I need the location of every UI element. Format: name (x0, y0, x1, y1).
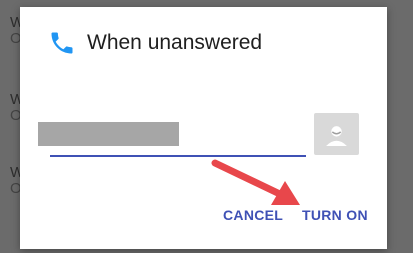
contact-picker-button[interactable] (314, 113, 359, 155)
cancel-button[interactable]: CANCEL (223, 207, 283, 223)
call-forwarding-dialog: When unanswered CANCEL TURN ON (20, 7, 387, 249)
input-underline (50, 155, 306, 157)
turn-on-button[interactable]: TURN ON (302, 207, 368, 223)
dialog-title: When unanswered (87, 31, 263, 54)
redacted-phone-number (38, 122, 179, 146)
contact-avatar-icon (326, 126, 347, 146)
phone-icon (48, 29, 76, 57)
forward-number-input[interactable] (38, 115, 306, 157)
